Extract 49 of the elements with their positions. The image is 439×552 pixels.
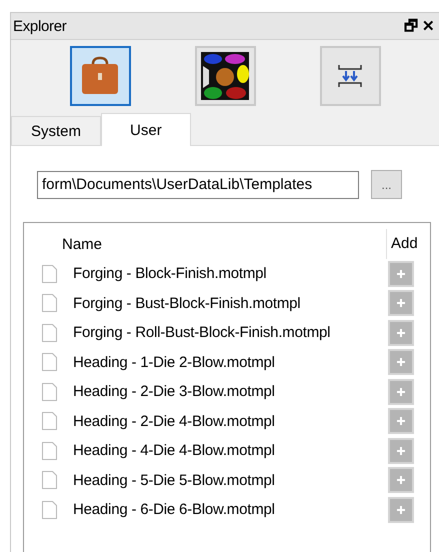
plus-icon [396, 298, 406, 308]
color-palette-icon [201, 52, 249, 100]
file-icon [42, 324, 57, 342]
add-button[interactable] [388, 438, 414, 464]
tab[interactable]: System [11, 116, 102, 145]
file-name[interactable]: Heading - 5-Die 5-Blow.motmpl [73, 472, 388, 489]
add-button[interactable] [388, 496, 414, 523]
window-title: Explorer [13, 18, 68, 34]
briefcase-icon [79, 55, 121, 97]
file-icon [42, 353, 57, 372]
file-icon [42, 500, 57, 519]
add-button[interactable] [388, 320, 414, 346]
file-name[interactable]: Heading - 1-Die 2-Blow.motmpl [73, 354, 388, 371]
file-name[interactable]: Heading - 2-Die 3-Blow.motmpl [73, 383, 388, 400]
add-button[interactable] [388, 349, 414, 376]
browse-button[interactable]: ... [371, 170, 402, 199]
plus-icon [396, 328, 406, 338]
file-icon [42, 442, 57, 460]
plus-icon [396, 416, 406, 426]
add-button[interactable] [388, 260, 414, 287]
file-name[interactable]: Heading - 4-Die 4-Blow.motmpl [73, 442, 388, 460]
file-name[interactable]: Heading - 2-Die 4-Blow.motmpl [73, 412, 388, 430]
plus-icon [396, 446, 406, 456]
path-field[interactable]: form\Documents\UserDataLib\Templates [37, 170, 359, 198]
toolbar-button[interactable] [194, 46, 256, 106]
plus-icon [396, 357, 406, 368]
file-icon [42, 294, 57, 312]
add-button[interactable] [388, 467, 414, 494]
close-button[interactable]: ✕ [420, 18, 437, 34]
file-icon [42, 264, 57, 283]
file-icon [42, 382, 57, 401]
file-name[interactable]: Forging - Bust-Block-Finish.motmpl [73, 294, 388, 312]
file-name[interactable]: Forging - Roll-Bust-Block-Finish.motmpl [73, 324, 388, 342]
file-icon [42, 471, 57, 490]
column-header[interactable]: Name [24, 236, 386, 252]
plus-icon [396, 475, 406, 486]
plus-icon [396, 504, 406, 515]
add-button[interactable] [388, 290, 414, 316]
add-button[interactable] [388, 378, 414, 405]
column-header[interactable]: Add [386, 229, 430, 259]
file-name[interactable]: Heading - 6-Die 6-Blow.motmpl [73, 501, 388, 518]
float-button[interactable]: 🗗 [402, 18, 420, 34]
plus-icon [396, 268, 406, 279]
press-icon [337, 63, 363, 89]
plus-icon [396, 386, 406, 397]
file-name[interactable]: Forging - Block-Finish.motmpl [73, 265, 388, 282]
add-button[interactable] [388, 408, 414, 434]
tab[interactable]: User [101, 113, 191, 146]
file-icon [42, 412, 57, 430]
